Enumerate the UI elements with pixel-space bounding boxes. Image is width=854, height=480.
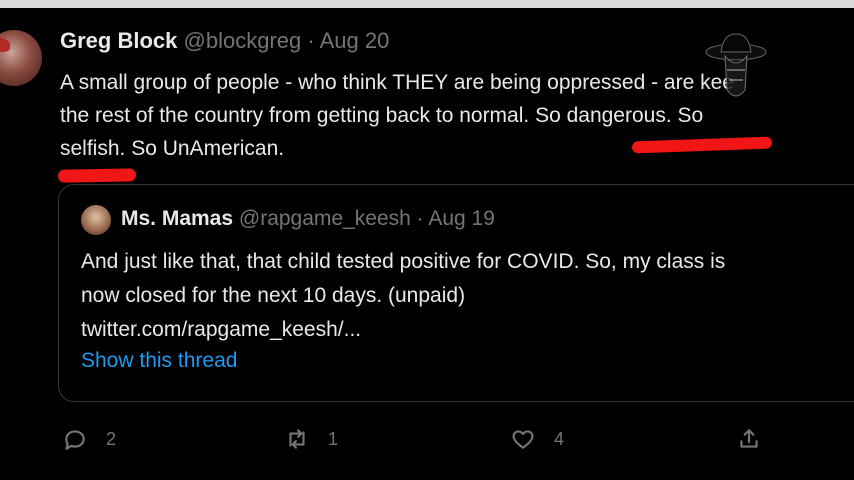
tweet-header: Greg Block @blockgreg · Aug 20 bbox=[60, 28, 389, 54]
quote-author-name[interactable]: Ms. Mamas bbox=[121, 207, 233, 230]
share-icon[interactable] bbox=[736, 426, 762, 452]
retweet-action[interactable]: 1 bbox=[284, 426, 338, 452]
tweet-view: Greg Block @blockgreg · Aug 20 A small g… bbox=[0, 8, 854, 480]
reply-icon[interactable] bbox=[62, 426, 88, 452]
quote-link-line[interactable]: twitter.com/rapgame_keesh/... bbox=[81, 313, 854, 347]
quote-separator: · bbox=[416, 207, 424, 230]
avatar-hat-shape bbox=[0, 38, 10, 52]
share-action[interactable] bbox=[736, 426, 762, 452]
quoted-tweet-card[interactable]: Ms. Mamas @rapgame_keesh · Aug 19 And ju… bbox=[58, 184, 854, 402]
header-separator: · bbox=[307, 28, 315, 53]
quote-line: now closed for the next 10 days. (unpaid… bbox=[81, 284, 466, 307]
author-handle[interactable]: @blockgreg bbox=[184, 28, 302, 53]
reply-action[interactable]: 2 bbox=[62, 426, 116, 452]
red-underline-selfish bbox=[57, 168, 137, 183]
quote-date[interactable]: Aug 19 bbox=[428, 207, 495, 230]
author-name[interactable]: Greg Block bbox=[60, 28, 177, 53]
hat-silhouette-watermark bbox=[705, 33, 767, 97]
top-strip bbox=[0, 0, 854, 8]
retweet-count: 1 bbox=[328, 428, 339, 449]
quote-author-handle[interactable]: @rapgame_keesh bbox=[239, 207, 411, 230]
show-thread-link[interactable]: Show this thread bbox=[81, 349, 237, 373]
author-avatar[interactable] bbox=[0, 30, 42, 86]
quote-author-avatar[interactable] bbox=[81, 205, 111, 235]
quote-header: Ms. Mamas @rapgame_keesh · Aug 19 bbox=[121, 207, 495, 231]
reply-count: 2 bbox=[106, 428, 117, 449]
retweet-icon[interactable] bbox=[284, 426, 310, 452]
quote-line: And just like that, that child tested po… bbox=[81, 250, 726, 273]
like-action[interactable]: 4 bbox=[510, 426, 564, 452]
tweet-actions: 2 1 4 bbox=[0, 426, 854, 456]
tweet-date[interactable]: Aug 20 bbox=[320, 28, 390, 53]
heart-icon[interactable] bbox=[510, 426, 536, 452]
quote-text: And just like that, that child tested po… bbox=[81, 245, 854, 347]
like-count: 4 bbox=[554, 428, 565, 449]
